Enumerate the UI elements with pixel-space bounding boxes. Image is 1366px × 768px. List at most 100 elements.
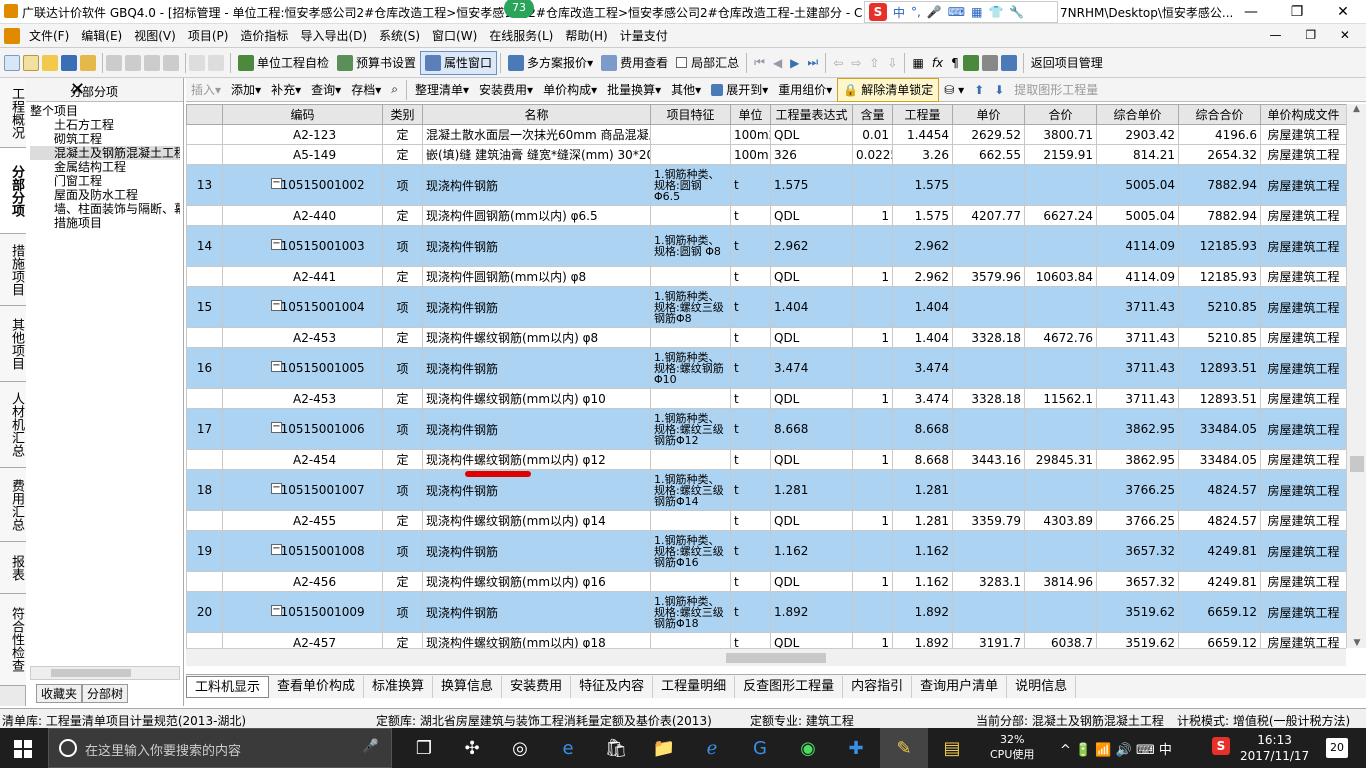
cell-amount[interactable] <box>1024 408 1097 450</box>
collapse-icon[interactable]: − <box>271 178 282 189</box>
tab-reverse-graphic-qty[interactable]: 反查图形工程量 <box>735 675 844 698</box>
cell-comp-amount[interactable]: 12185.93 <box>1178 266 1261 287</box>
grid-vscrollbar[interactable]: ▲ ▼ <box>1346 104 1366 648</box>
punctuation-icon[interactable]: °, <box>911 5 921 19</box>
cell-category[interactable]: 定 <box>382 632 423 648</box>
cell-qty[interactable]: 2.962 <box>892 266 953 287</box>
cell-amount[interactable]: 10603.84 <box>1024 266 1097 287</box>
col-category[interactable]: 类别 <box>382 104 423 125</box>
notification-count[interactable]: 20 <box>1326 738 1348 758</box>
close-button[interactable]: ✕ <box>1320 0 1366 24</box>
cell-qty-expr[interactable]: 1.575 <box>770 164 853 206</box>
cell-comp-amount[interactable]: 12893.51 <box>1178 347 1261 389</box>
cell-unit[interactable]: t <box>730 225 771 267</box>
cell-comp-unit-price[interactable]: 3711.43 <box>1096 388 1179 409</box>
col-unit-price[interactable]: 单价 <box>952 104 1025 125</box>
cell-unit-price[interactable]: 4207.77 <box>952 205 1025 226</box>
menu-help[interactable]: 帮助(H) <box>559 27 613 44</box>
tab-reports[interactable]: 报表 <box>0 542 26 594</box>
cell-content[interactable] <box>852 469 893 511</box>
budget-settings-button[interactable]: 预算书设置 <box>333 51 420 75</box>
copy-icon[interactable] <box>125 54 141 71</box>
cell-features[interactable]: 1.钢筋种类、规格:螺纹钢筋 Φ10 <box>650 347 731 389</box>
export-icon[interactable] <box>1000 54 1017 71</box>
cell-category[interactable]: 项 <box>382 164 423 206</box>
tab-conversion-info[interactable]: 换算信息 <box>433 675 503 698</box>
cell-features[interactable] <box>650 266 731 287</box>
cell-unit[interactable]: t <box>730 449 771 470</box>
cell-index[interactable] <box>186 266 223 287</box>
col-name[interactable]: 名称 <box>422 104 651 125</box>
notification-badge[interactable]: 73 <box>504 0 534 18</box>
cell-content[interactable]: 0.0225 <box>852 144 893 165</box>
cell-comp-amount[interactable]: 12185.93 <box>1178 225 1261 267</box>
new-project-icon[interactable] <box>23 54 39 71</box>
extract-graphic-qty-button[interactable]: 提取图形工程量 <box>1009 78 1103 102</box>
system-tray[interactable]: ^ 🔋 📶 🔊 ⌨ 中 <box>1060 739 1172 758</box>
cell-qty[interactable]: 1.4454 <box>892 124 953 145</box>
cell-qty[interactable]: 1.281 <box>892 469 953 511</box>
tab-section-tree[interactable]: 分部树 <box>82 684 129 703</box>
cell-comp-amount[interactable]: 7882.94 <box>1178 205 1261 226</box>
cell-price-file[interactable]: 房屋建筑工程 <box>1260 449 1346 470</box>
cell-name[interactable]: 现浇构件螺纹钢筋(mm以内) φ18 <box>422 632 651 648</box>
undo-icon[interactable] <box>189 54 205 71</box>
cell-unit[interactable]: t <box>730 591 771 633</box>
cell-comp-unit-price[interactable]: 3657.32 <box>1096 530 1179 572</box>
cell-name[interactable]: 嵌(填)缝 建筑油膏 缝宽*缝深(mm) 30*20 <box>422 144 651 165</box>
cell-features[interactable]: 1.钢筋种类、规格:圆钢 Φ8 <box>650 225 731 267</box>
scroll-down-icon[interactable]: ▼ <box>1347 638 1366 648</box>
cell-code[interactable]: 010515001006− <box>222 408 383 450</box>
quota-row[interactable]: A2-457 定现浇构件螺纹钢筋(mm以内) φ18 t QDL 1 1.892 3191.… <box>186 632 1346 648</box>
cell-features[interactable]: 1.钢筋种类、规格:螺纹三级钢筋Φ14 <box>650 469 731 511</box>
cell-price-file[interactable]: 房屋建筑工程 <box>1260 571 1346 592</box>
col-qty-expr[interactable]: 工程量表达式 <box>770 104 853 125</box>
cell-name[interactable]: 混凝土散水面层一次抹光60mm 商品混凝土 <box>422 124 651 145</box>
formula-icon[interactable]: fx <box>928 51 947 75</box>
col-price-file[interactable]: 单价构成文件 <box>1260 104 1346 125</box>
scroll-up-icon[interactable]: ▲ <box>1347 104 1366 114</box>
cell-features[interactable]: 1.钢筋种类、规格:螺纹三级钢筋Φ8 <box>650 286 731 328</box>
grid-hscrollbar[interactable] <box>186 648 1346 666</box>
cell-qty[interactable]: 1.892 <box>892 632 953 648</box>
move-left-icon[interactable]: ⇦ <box>829 51 847 75</box>
calculator-icon[interactable]: ▦ <box>908 51 927 75</box>
cell-price-file[interactable]: 房屋建筑工程 <box>1260 632 1346 648</box>
scroll-thumb[interactable] <box>1350 456 1364 472</box>
menu-cost-index[interactable]: 造价指标 <box>234 27 294 44</box>
cell-index[interactable] <box>186 124 223 145</box>
microphone-icon[interactable]: 🎤 <box>927 5 942 19</box>
cell-unit[interactable]: t <box>730 286 771 328</box>
cell-index[interactable] <box>186 449 223 470</box>
quota-row[interactable]: A2-456 定现浇构件螺纹钢筋(mm以内) φ16 t QDL 1 1.162 3283.… <box>186 571 1346 592</box>
cell-features[interactable] <box>650 571 731 592</box>
ime-language[interactable]: 中 <box>893 4 905 21</box>
tab-qty-details[interactable]: 工程量明细 <box>653 675 736 698</box>
paragraph-icon[interactable]: ¶ <box>947 51 963 75</box>
bill-item-row[interactable]: 19 010515001008− 项现浇构件钢筋 1.钢筋种类、规格:螺纹三级钢筋Φ1… <box>186 530 1346 572</box>
cell-unit-price[interactable]: 3359.79 <box>952 510 1025 531</box>
cell-price-file[interactable]: 房屋建筑工程 <box>1260 225 1346 267</box>
cell-comp-unit-price[interactable]: 4114.09 <box>1096 266 1179 287</box>
layers-icon[interactable] <box>981 54 998 71</box>
bill-item-row[interactable]: 16 010515001005− 项现浇构件钢筋 1.钢筋种类、规格:螺纹钢筋 Φ10… <box>186 347 1346 389</box>
cell-unit-price[interactable] <box>952 164 1025 206</box>
cell-name[interactable]: 现浇构件螺纹钢筋(mm以内) φ8 <box>422 327 651 348</box>
cell-name[interactable]: 现浇构件螺纹钢筋(mm以内) φ12 <box>422 449 651 477</box>
col-index[interactable] <box>186 104 223 125</box>
minimize-button[interactable]: — <box>1228 0 1274 24</box>
menu-file[interactable]: 文件(F) <box>23 27 75 44</box>
cell-comp-amount[interactable]: 33484.05 <box>1178 408 1261 450</box>
cell-features[interactable]: 1.钢筋种类、规格:螺纹三级钢筋Φ16 <box>650 530 731 572</box>
cell-category[interactable]: 定 <box>382 388 423 409</box>
glodon-app-icon[interactable]: G <box>736 728 784 768</box>
bill-item-row[interactable]: 13 010515001002− 项现浇构件钢筋 1.钢筋种类、规格:圆钢 Φ6.5 t… <box>186 164 1346 206</box>
reuse-pricing-button[interactable]: 重用组价 ▾ <box>773 78 837 102</box>
cell-index[interactable] <box>186 388 223 409</box>
cell-price-file[interactable]: 房屋建筑工程 <box>1260 164 1346 206</box>
bill-item-row[interactable]: 18 010515001007− 项现浇构件钢筋 1.钢筋种类、规格:螺纹三级钢筋Φ1… <box>186 469 1346 511</box>
cell-qty-expr[interactable]: 3.474 <box>770 347 853 389</box>
collapse-icon[interactable]: − <box>271 300 282 311</box>
tab-other-items[interactable]: 其他项目 <box>0 306 26 382</box>
expand-to-button[interactable]: 展开到 ▾ <box>706 78 773 102</box>
